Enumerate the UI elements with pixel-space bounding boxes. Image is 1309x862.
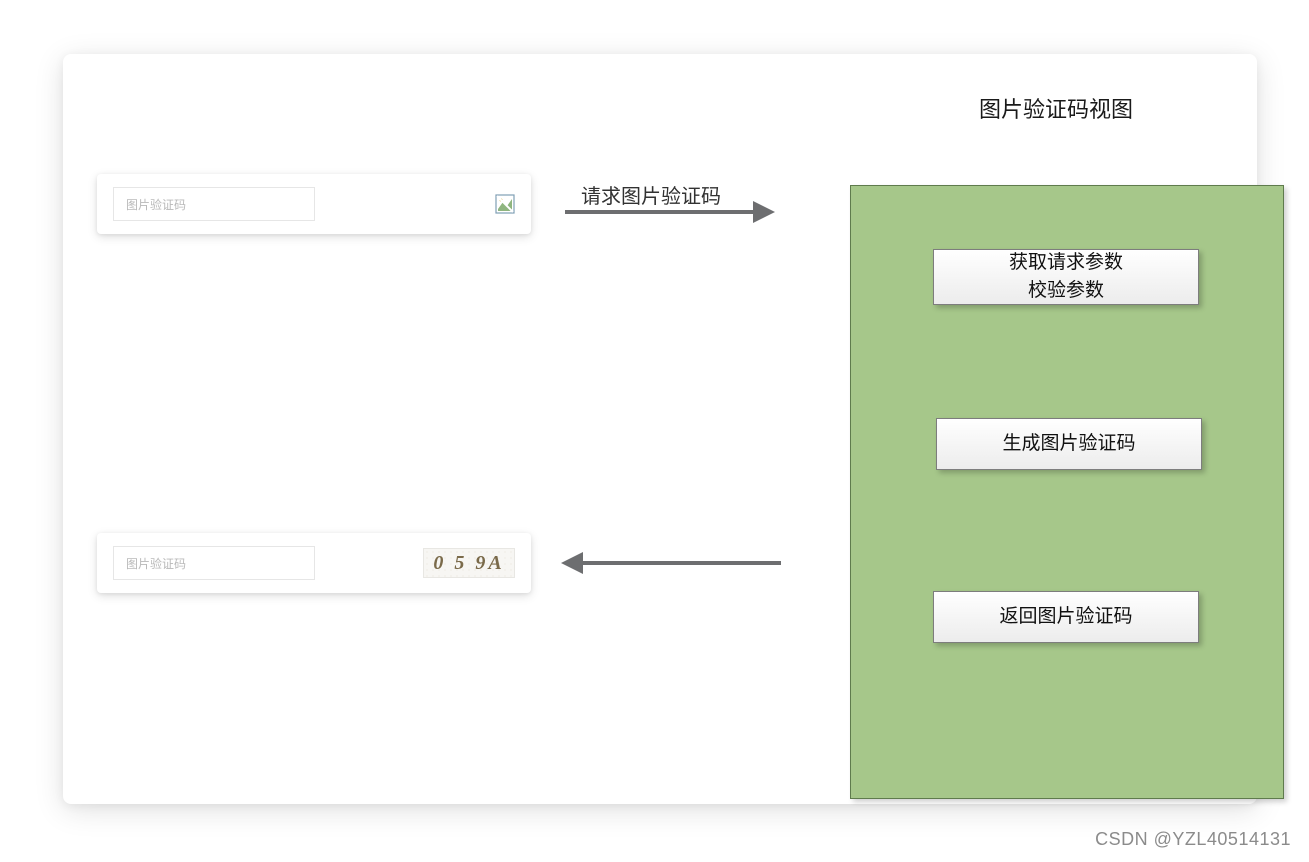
step1-line1: 获取请求参数: [1009, 249, 1123, 278]
arrow-request-label: 请求图片验证码: [581, 180, 721, 209]
captcha-view-panel: 获取请求参数 校验参数 生成图片验证码 返回图片验证码: [850, 185, 1284, 799]
step1-line2: 校验参数: [1028, 277, 1104, 306]
captcha-image[interactable]: 0 5 9A: [423, 548, 515, 578]
watermark-text: CSDN @YZL40514131: [1095, 829, 1291, 850]
captcha-input-bottom[interactable]: 图片验证码: [113, 546, 315, 580]
captcha-placeholder-bottom: 图片验证码: [126, 555, 186, 572]
step-box-validate: 获取请求参数 校验参数: [933, 249, 1199, 305]
captcha-placeholder-top: 图片验证码: [126, 196, 186, 213]
arrow-request-head: [753, 201, 775, 223]
step3-text: 返回图片验证码: [999, 603, 1132, 632]
view-title: 图片验证码视图: [921, 92, 1191, 124]
step-box-generate: 生成图片验证码: [936, 418, 1202, 470]
captcha-noise: [424, 549, 514, 577]
captcha-card-request: 图片验证码: [97, 174, 531, 234]
arrow-request-line: [565, 210, 755, 214]
diagram-canvas: 图片验证码 图片验证码 0 5 9A 请求图片验证码 图片验证码视图 获取: [63, 54, 1257, 804]
arrow-response-head: [561, 552, 583, 574]
arrow-response-line: [583, 561, 781, 565]
broken-image-icon: [495, 194, 515, 214]
captcha-input-top[interactable]: 图片验证码: [113, 187, 315, 221]
captcha-card-response: 图片验证码 0 5 9A: [97, 533, 531, 593]
step2-text: 生成图片验证码: [1002, 430, 1135, 459]
step-box-return: 返回图片验证码: [933, 591, 1199, 643]
